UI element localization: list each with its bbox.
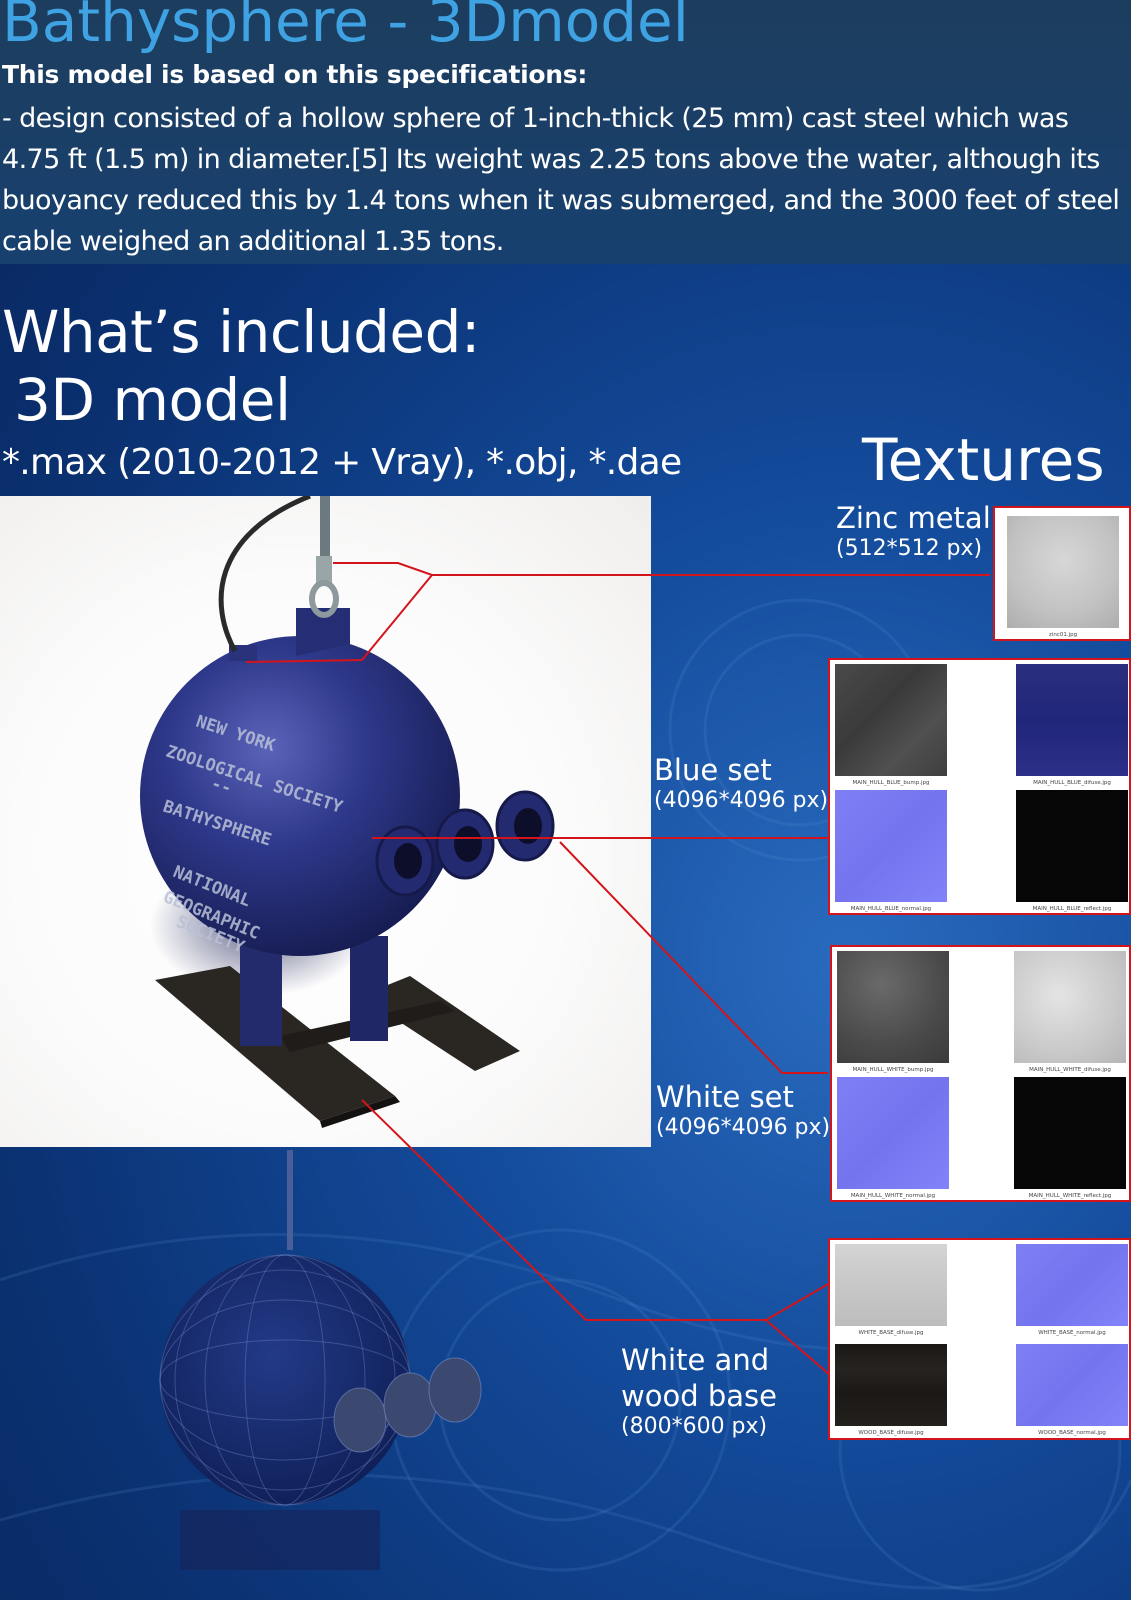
white-set-texture-panel: MAIN_HULL_WHITE_bump.jpg MAIN_HULL_WHITE…: [830, 945, 1131, 1202]
blue-set-label: Blue set (4096*4096 px): [654, 752, 828, 814]
texture-filename: WOOD_BASE_difuse.jpg: [858, 1430, 924, 1436]
zinc-texture-panel: zinc01.jpg: [993, 506, 1131, 641]
texture-tile: WHITE_BASE_difuse.jpg: [835, 1244, 947, 1340]
texture-tile: WOOD_BASE_normal.jpg: [1016, 1344, 1128, 1440]
zinc-label: Zinc metal (512*512 px): [836, 500, 991, 562]
texture-filename: zinc01.jpg: [1048, 632, 1078, 638]
texture-thumbnail: [1016, 1344, 1128, 1426]
base-set-name-line1: White and: [621, 1343, 770, 1377]
texture-filename: MAIN_HULL_BLUE_normal.jpg: [850, 906, 932, 912]
texture-thumbnail: [1007, 516, 1119, 628]
zinc-name: Zinc metal: [836, 501, 991, 535]
base-set-texture-panel: WHITE_BASE_difuse.jpg WHITE_BASE_normal.…: [828, 1238, 1131, 1440]
texture-filename: WOOD_BASE_normal.jpg: [1038, 1430, 1106, 1436]
texture-filename: MAIN_HULL_WHITE_difuse.jpg: [1029, 1067, 1111, 1073]
texture-tile: MAIN_HULL_BLUE_normal.jpg: [835, 790, 947, 912]
texture-tile: MAIN_HULL_WHITE_difuse.jpg: [1014, 951, 1126, 1073]
texture-filename: WHITE_BASE_difuse.jpg: [858, 1330, 924, 1336]
texture-tile: WHITE_BASE_normal.jpg: [1016, 1244, 1128, 1340]
texture-tile: zinc01.jpg: [1007, 516, 1119, 638]
texture-filename: MAIN_HULL_BLUE_bump.jpg: [852, 780, 930, 786]
texture-filename: MAIN_HULL_WHITE_reflect.jpg: [1028, 1193, 1112, 1199]
texture-tile: MAIN_HULL_WHITE_bump.jpg: [837, 951, 949, 1073]
base-set-label: White and wood base (800*600 px): [621, 1342, 777, 1440]
texture-filename: MAIN_HULL_WHITE_bump.jpg: [852, 1067, 934, 1073]
texture-filename: MAIN_HULL_BLUE_difuse.jpg: [1033, 780, 1111, 786]
base-set-name-line2: wood base: [621, 1379, 777, 1413]
texture-thumbnail: [1016, 664, 1128, 776]
texture-thumbnail: [835, 664, 947, 776]
texture-tile: MAIN_HULL_WHITE_reflect.jpg: [1014, 1077, 1126, 1199]
base-set-size: (800*600 px): [621, 1414, 768, 1439]
texture-filename: WHITE_BASE_normal.jpg: [1038, 1330, 1106, 1336]
white-set-name: White set: [656, 1080, 794, 1114]
texture-tile: WOOD_BASE_difuse.jpg: [835, 1344, 947, 1440]
texture-thumbnail: [1014, 951, 1126, 1063]
texture-tile: MAIN_HULL_BLUE_bump.jpg: [835, 664, 947, 786]
texture-thumbnail: [837, 951, 949, 1063]
blue-set-size: (4096*4096 px): [654, 788, 829, 813]
blue-set-name: Blue set: [654, 753, 772, 787]
texture-thumbnail: [1016, 790, 1128, 902]
texture-thumbnail: [1014, 1077, 1126, 1189]
white-set-label: White set (4096*4096 px): [656, 1079, 830, 1141]
texture-tile: MAIN_HULL_BLUE_difuse.jpg: [1016, 664, 1128, 786]
texture-tile: MAIN_HULL_BLUE_reflect.jpg: [1016, 790, 1128, 912]
zinc-size: (512*512 px): [836, 536, 983, 561]
texture-tile: MAIN_HULL_WHITE_normal.jpg: [837, 1077, 949, 1199]
texture-filename: MAIN_HULL_WHITE_normal.jpg: [850, 1193, 936, 1199]
texture-filename: MAIN_HULL_BLUE_reflect.jpg: [1032, 906, 1112, 912]
blue-set-texture-panel: MAIN_HULL_BLUE_bump.jpg MAIN_HULL_BLUE_d…: [828, 658, 1131, 915]
white-set-size: (4096*4096 px): [656, 1115, 831, 1140]
texture-thumbnail: [835, 1344, 947, 1426]
texture-thumbnail: [1016, 1244, 1128, 1326]
texture-thumbnail: [835, 790, 947, 902]
texture-thumbnail: [837, 1077, 949, 1189]
texture-thumbnail: [835, 1244, 947, 1326]
